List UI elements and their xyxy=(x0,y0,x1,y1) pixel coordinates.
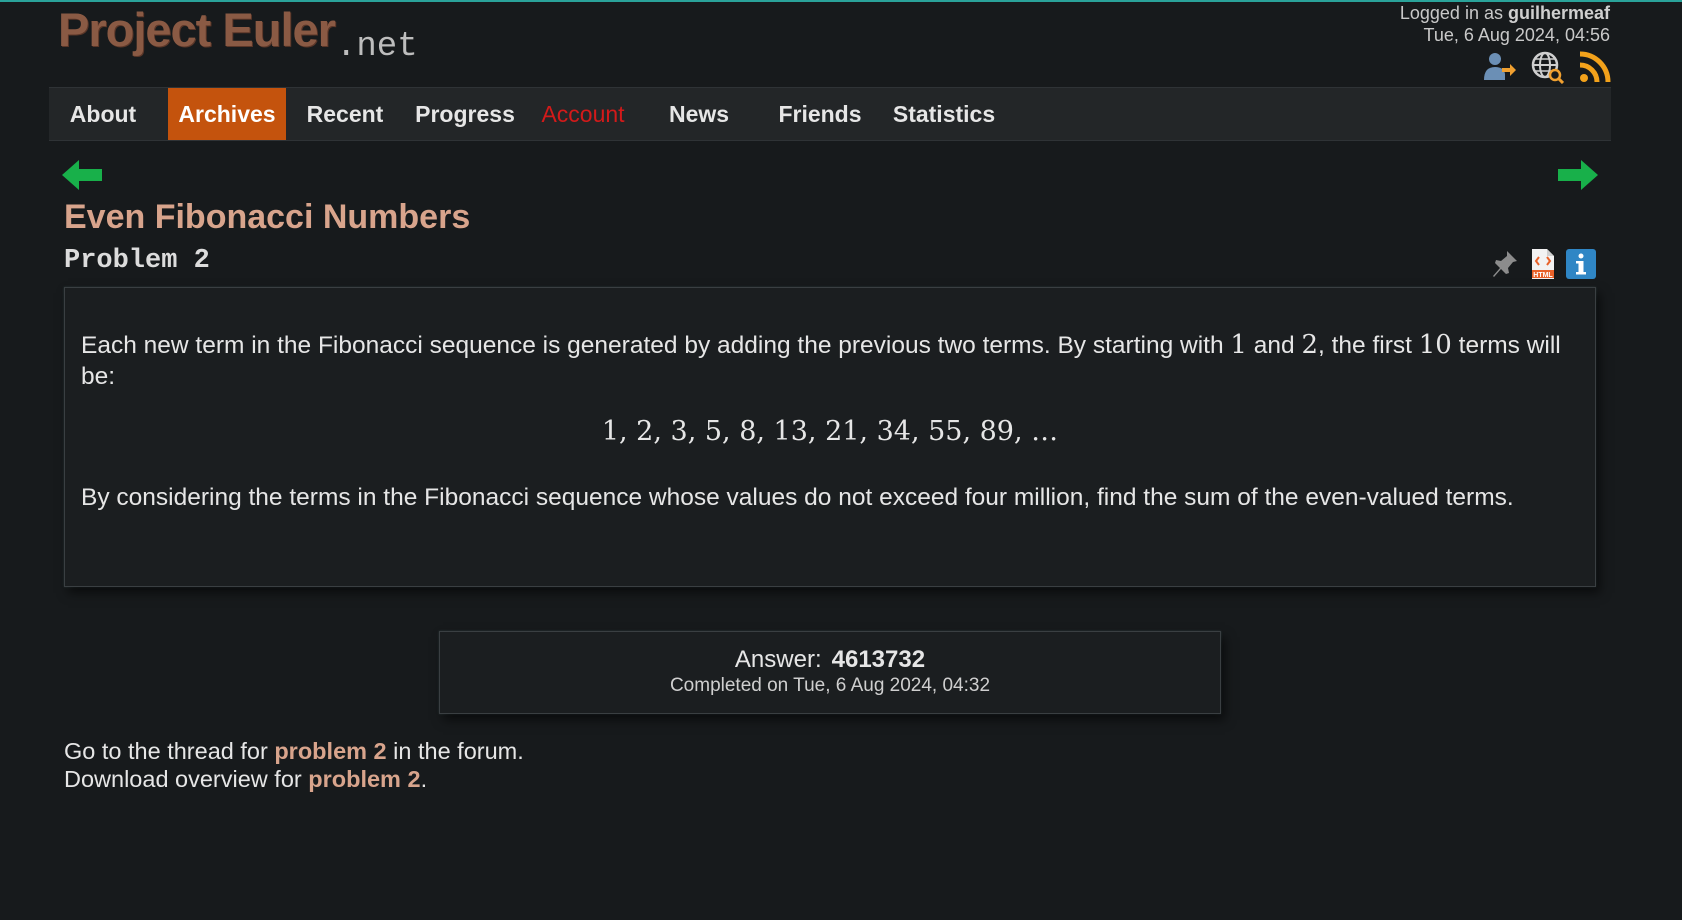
logo-net-text: .net xyxy=(336,28,418,66)
user-info: Logged in as guilhermeaf Tue, 6 Aug 2024… xyxy=(1400,2,1610,46)
completed-date: Completed on Tue, 6 Aug 2024, 04:32 xyxy=(669,675,991,696)
current-datetime: Tue, 6 Aug 2024, 04:56 xyxy=(1423,25,1611,45)
nav-account[interactable]: Account xyxy=(533,88,633,140)
main-nav: About Archives Recent Progress Account N… xyxy=(49,87,1611,141)
p1-math-1: 1 xyxy=(1230,330,1247,360)
forum-text-a: Go to the thread for xyxy=(64,738,275,764)
answer-line: Answer: 4613732 xyxy=(440,646,1220,674)
download-text-a: Download overview for xyxy=(64,766,309,792)
nav-archives[interactable]: Archives xyxy=(168,88,286,140)
fibonacci-sequence: 1, 2, 3, 5, 8, 13, 21, 34, 55, 89, … xyxy=(601,416,1059,447)
answer-box: Answer: 4613732 Completed on Tue, 6 Aug 2… xyxy=(439,631,1221,714)
p1-math-2: 2 xyxy=(1301,330,1318,360)
problem-paragraph-2: By considering the terms in the Fibonacc… xyxy=(81,484,1514,511)
forum-thread-line: Go to the thread for problem 2 in the fo… xyxy=(64,738,524,765)
nav-friends[interactable]: Friends xyxy=(775,88,865,140)
p1-math-3: 10 xyxy=(1418,330,1452,360)
username: guilhermeaf xyxy=(1507,3,1610,23)
add-friend-icon[interactable] xyxy=(1482,50,1516,84)
info-icon[interactable] xyxy=(1566,248,1596,280)
problem-title: Even Fibonacci Numbers xyxy=(64,198,471,236)
logged-in-prefix: Logged in as xyxy=(1399,3,1508,23)
nav-progress[interactable]: Progress xyxy=(411,88,519,140)
nav-news[interactable]: News xyxy=(663,88,735,140)
download-overview-line: Download overview for problem 2. xyxy=(64,766,427,793)
p1-text-c: , the first xyxy=(1317,332,1419,359)
problem-tools: HTML xyxy=(1490,248,1596,280)
svg-text:HTML: HTML xyxy=(1533,272,1553,279)
header-icons xyxy=(1482,50,1612,85)
problem-content: Each new term in the Fibonacci sequence … xyxy=(64,287,1596,587)
nav-statistics[interactable]: Statistics xyxy=(889,88,999,140)
pin-icon[interactable] xyxy=(1490,248,1520,280)
html-file-icon[interactable]: HTML xyxy=(1528,248,1558,280)
problem-paragraph-1: Each new term in the Fibonacci sequence … xyxy=(81,330,1571,392)
p1-text-a: Each new term in the Fibonacci sequence … xyxy=(81,332,1231,359)
nav-recent[interactable]: Recent xyxy=(302,88,388,140)
next-arrow-icon[interactable] xyxy=(1556,158,1598,192)
answer-value: 4613732 xyxy=(831,646,926,673)
forum-text-b: in the forum. xyxy=(386,738,524,764)
problem-number: Problem 2 xyxy=(64,246,210,276)
logo-main-text: Project Euler xyxy=(58,3,336,56)
globe-search-icon[interactable] xyxy=(1530,50,1565,85)
download-text-b: . xyxy=(420,766,428,792)
download-overview-link[interactable]: problem 2 xyxy=(308,766,420,792)
answer-label: Answer: xyxy=(734,646,822,673)
logged-in-line: Logged in as guilhermeaf xyxy=(1400,2,1610,24)
forum-thread-link[interactable]: problem 2 xyxy=(274,738,386,764)
rss-icon[interactable] xyxy=(1578,50,1612,84)
nav-about[interactable]: About xyxy=(57,88,149,140)
p1-text-b: and xyxy=(1246,332,1302,359)
previous-arrow-icon[interactable] xyxy=(62,158,104,192)
